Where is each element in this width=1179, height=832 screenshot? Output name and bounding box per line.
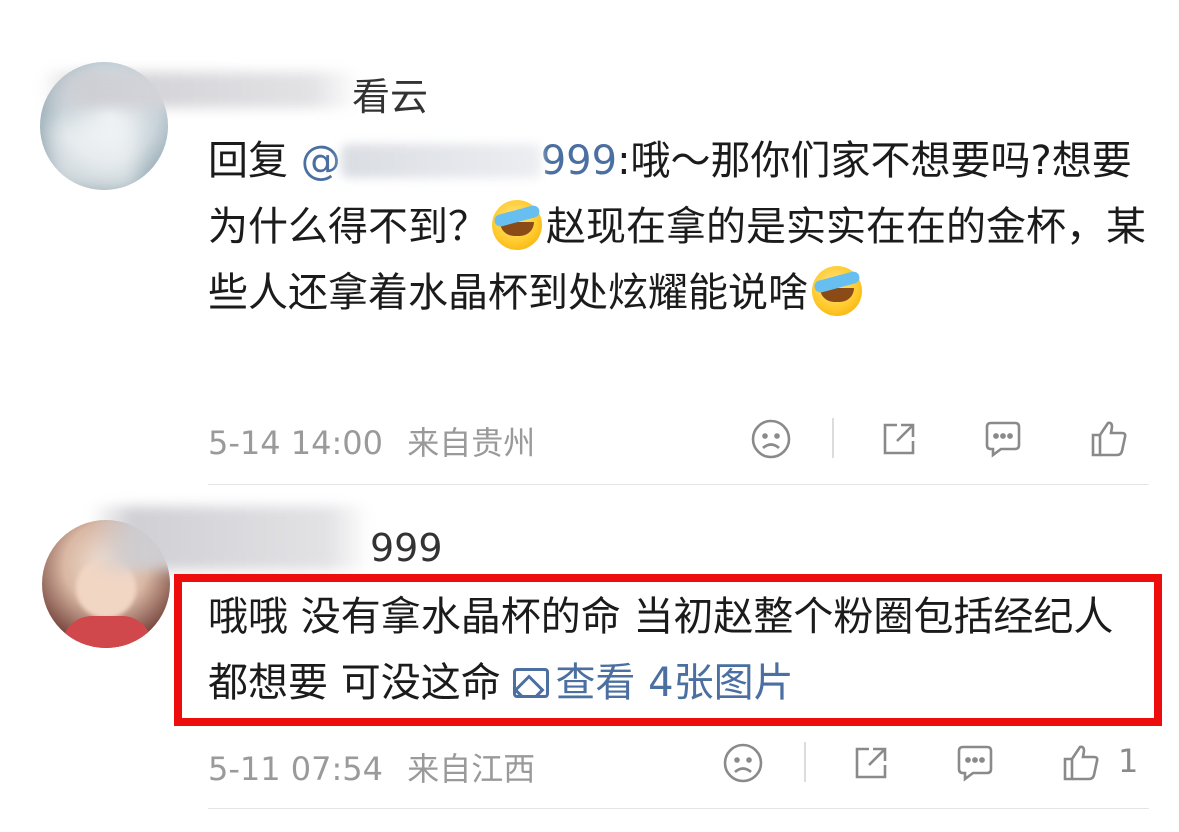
comment-2: 999 哦哦 没有拿水晶杯的命 当初赵整个粉圈包括经纪人都想要 可没这命 查看 … [0,0,1179,832]
like-count: 1 [1118,742,1139,780]
comment-meta: 5-11 07:54 来自江西 [208,744,535,790]
blurred-username-mask [90,506,370,570]
comment-location: 来自江西 [407,750,536,788]
share-icon[interactable] [846,738,896,788]
username-text: 999 [370,526,443,570]
highlight-annotation-box [174,574,1162,726]
comment-date: 5-11 07:54 [208,750,384,788]
comment-bubble-icon[interactable] [950,738,1000,788]
thumbs-up-icon[interactable] [1056,738,1106,788]
username[interactable]: 999 [370,526,443,570]
comment-actions: 1 [712,738,1152,788]
sad-face-icon[interactable] [718,738,768,788]
action-divider [804,742,806,782]
comment-divider [208,808,1149,809]
